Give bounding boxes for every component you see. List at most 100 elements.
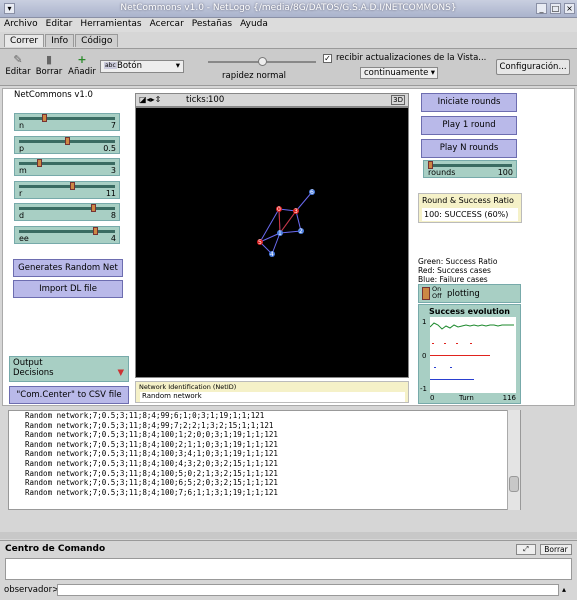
output-line: Random network;7;0.5;3;11;8;4;100;4;3;2;… xyxy=(25,458,278,468)
import-dl-button[interactable]: Import DL file xyxy=(13,280,123,298)
view-controls-icon[interactable]: ◪◂▸⇕ xyxy=(139,95,161,104)
slider-track xyxy=(19,162,115,165)
delete-button[interactable]: ▮ Borrar xyxy=(35,53,63,77)
output-area[interactable]: Random network;7;0.5;3;11;8;4;99;6;1;0;3… xyxy=(8,410,521,510)
speed-slider-knob[interactable] xyxy=(258,57,267,66)
rounds-slider[interactable]: rounds 100 xyxy=(423,160,517,178)
output-line: Random network;7;0.5;3;11;8;4;100;6;5;2;… xyxy=(25,478,278,488)
plot-legend-notes: Green: Success Ratio Red: Success cases … xyxy=(418,257,497,284)
switch-label: plotting xyxy=(447,289,480,299)
slider-r[interactable]: r 11 xyxy=(14,180,120,199)
menu-acercar[interactable]: Acercar xyxy=(146,18,188,29)
slider-label: n xyxy=(19,121,25,130)
clear-button[interactable]: Borrar xyxy=(540,544,572,555)
slider-value: 0.5 xyxy=(103,143,116,153)
initiate-rounds-button[interactable]: Iniciate rounds xyxy=(421,93,517,112)
slider-knob[interactable] xyxy=(42,114,47,122)
output-chooser[interactable]: Output Decisions ▼ xyxy=(9,356,129,382)
slider-ee[interactable]: ee 4 xyxy=(14,225,120,244)
panel-splitter[interactable] xyxy=(0,532,577,539)
slider-d[interactable]: d8 xyxy=(14,203,120,221)
network-graph: 6 0 3 1 2 5 4 xyxy=(257,189,315,258)
slider-p[interactable]: p 0.5 xyxy=(14,135,120,154)
slider-n[interactable]: n7 xyxy=(14,113,120,131)
success-monitor-value: 100: SUCCESS (60%) xyxy=(422,208,518,221)
play-n-rounds-button[interactable]: Play N rounds xyxy=(421,139,517,158)
plus-icon: + xyxy=(77,53,87,66)
slider-m[interactable]: m3 xyxy=(14,158,120,176)
svg-text:5: 5 xyxy=(258,239,262,246)
svg-text:3: 3 xyxy=(294,208,298,215)
output-scrollbar[interactable] xyxy=(507,410,520,510)
widget-type-select[interactable]: Botón ▾ abc xyxy=(100,60,184,73)
update-mode-value: continuamente xyxy=(364,68,429,78)
plot-xlabel: Turn xyxy=(459,394,474,402)
menu-herramientas[interactable]: Herramientas xyxy=(76,18,145,29)
slider-label: ee xyxy=(19,233,29,243)
add-button[interactable]: + Añadir xyxy=(68,53,96,77)
slider-knob[interactable] xyxy=(37,159,43,167)
slider-label: m xyxy=(19,166,27,175)
ticks-label: ticks: xyxy=(186,95,209,105)
minimize-icon[interactable]: _ xyxy=(536,3,547,14)
config-button[interactable]: Configuración... xyxy=(496,59,570,75)
maximize-icon[interactable]: □ xyxy=(550,3,561,14)
tab-codigo[interactable]: Código xyxy=(75,34,119,47)
command-center: Centro de Comando ⤢ Borrar observador> ▴ xyxy=(0,540,577,600)
close-icon[interactable]: × xyxy=(564,3,575,14)
success-monitor-label: Round & Success Ratio xyxy=(422,196,514,205)
legend-red: Red: Success cases xyxy=(418,266,491,275)
plot-ymax: 1 xyxy=(422,318,427,326)
plot-xmax: 116 xyxy=(502,394,516,402)
output-line: Random network;7;0.5;3;11;8;4;99;7;2;2;1… xyxy=(25,420,274,430)
slider-value: 3 xyxy=(110,166,116,175)
slider-knob[interactable] xyxy=(92,226,98,235)
world-view[interactable]: 6 0 3 1 2 5 4 xyxy=(135,107,409,378)
rounds-slider-track xyxy=(428,164,512,167)
output-line: Random network;7;0.5;3;11;8;4;100;5;0;2;… xyxy=(25,468,278,478)
menu-bar: Archivo Editar Herramientas Acercar Pestañas… xyxy=(0,18,577,32)
slider-knob[interactable] xyxy=(90,204,96,212)
ticks-value: 100 xyxy=(208,95,225,105)
window-title: NetCommons v1.0 - NetLogo {/media/8G/DAT… xyxy=(120,3,457,13)
tab-correr[interactable]: Correr xyxy=(4,34,45,47)
csv-export-button[interactable]: "Com.Center" to CSV file xyxy=(9,386,129,404)
switch-toggle[interactable] xyxy=(422,287,430,300)
button-widget-icon: abc xyxy=(104,62,117,69)
output-chooser-value: Decisions ▼ xyxy=(13,368,126,380)
menu-pestanas[interactable]: Pestañas xyxy=(188,18,236,29)
chevron-down-icon: ▾ xyxy=(430,68,435,78)
menu-editar[interactable]: Editar xyxy=(42,18,77,29)
output-line: Random network;7;0.5;3;11;8;4;100;2;1;1;… xyxy=(25,439,278,449)
chooser-value-text: Decisions xyxy=(13,368,54,378)
3d-button[interactable]: 3D xyxy=(391,95,405,105)
slider-track xyxy=(19,207,115,210)
speed-label: rapidez normal xyxy=(222,71,287,81)
command-input[interactable] xyxy=(57,584,559,596)
menu-ayuda[interactable]: Ayuda xyxy=(236,18,272,29)
widget-type-value: Botón xyxy=(117,61,142,71)
update-checkbox[interactable]: ✓ xyxy=(323,54,332,63)
edit-button[interactable]: ✎ Editar xyxy=(4,53,32,77)
delete-label: Borrar xyxy=(35,67,63,77)
slider-knob[interactable] xyxy=(69,181,75,190)
generate-network-button[interactable]: Generates Random Net xyxy=(13,259,123,277)
tab-info[interactable]: Info xyxy=(45,34,75,47)
play-1-round-button[interactable]: Play 1 round xyxy=(421,116,517,135)
observer-prompt[interactable]: observador> xyxy=(4,585,59,595)
update-mode-select[interactable]: continuamente ▾ xyxy=(360,67,438,79)
expand-icon[interactable]: ⤢ xyxy=(516,544,536,555)
menu-archivo[interactable]: Archivo xyxy=(0,18,42,29)
plot-title: Success evolution xyxy=(428,307,510,316)
plot-svg xyxy=(429,322,514,380)
netid-value: Random network xyxy=(140,392,405,402)
window-menu-icon[interactable]: ▾ xyxy=(4,3,15,14)
chevron-up-icon[interactable]: ▴ xyxy=(562,585,566,594)
command-history[interactable] xyxy=(5,558,572,580)
model-title: NetCommons v1.0 xyxy=(14,90,93,100)
success-plot: Success evolution 1 0 -1 0 Turn 116 xyxy=(418,304,521,404)
plotting-switch[interactable]: On Off plotting xyxy=(418,284,521,303)
slider-knob[interactable] xyxy=(65,136,70,145)
output-scroll-thumb[interactable] xyxy=(509,476,519,492)
update-label: recibir actualizaciones de la Vista... xyxy=(336,53,487,63)
